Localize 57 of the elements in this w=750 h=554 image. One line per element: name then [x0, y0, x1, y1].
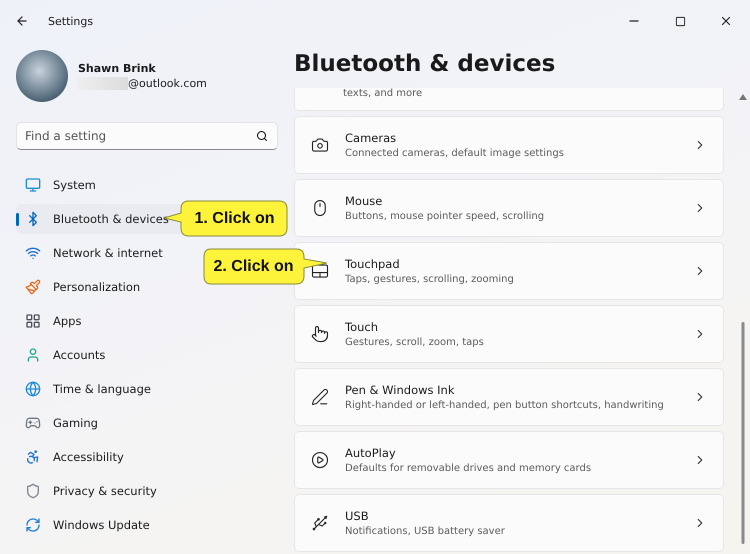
- refresh-icon: [25, 517, 41, 533]
- card-description: Gestures, scroll, zoom, taps: [345, 337, 485, 348]
- nav-item[interactable]: Gaming: [16, 408, 278, 438]
- usb-icon: [311, 514, 329, 532]
- settings-card[interactable]: Touchpad Taps, gestures, scrolling, zooming: [294, 242, 724, 300]
- settings-card[interactable]: texts, and more: [294, 88, 724, 111]
- card-description: Notifications, USB battery saver: [345, 526, 506, 537]
- touchpad-icon: [311, 262, 329, 280]
- user-email: @outlook.com: [128, 77, 207, 90]
- settings-card[interactable]: Pen & Windows Ink Right-handed or left-handed, pen button shortcuts, handwriting: [294, 368, 724, 426]
- card-title: AutoPlay: [345, 446, 397, 460]
- play-icon: [311, 451, 329, 469]
- accessibility-icon: [25, 449, 41, 465]
- nav-item[interactable]: System: [16, 170, 278, 200]
- gamepad-icon: [25, 415, 41, 431]
- apps-icon: [25, 313, 41, 329]
- card-description: Defaults for removable drives and memory cards: [345, 463, 592, 474]
- search-icon: [256, 130, 268, 142]
- card-title: Touch: [345, 320, 380, 334]
- wifi-icon: [25, 245, 41, 261]
- settings-card[interactable]: Cameras Connected cameras, default image settings: [294, 116, 724, 174]
- globe-icon: [25, 381, 41, 397]
- card-title: Pen & Windows Ink: [345, 383, 456, 397]
- card-description: Connected cameras, default image settings: [345, 148, 565, 159]
- paintbrush-icon: [25, 279, 41, 295]
- camera-icon: [311, 136, 329, 154]
- card-title: Mouse: [345, 194, 384, 208]
- hand-pointer-icon: [311, 325, 329, 343]
- nav-item[interactable]: Time & language: [16, 374, 278, 404]
- card-description: Right-handed or left-handed, pen button shortcuts, handwriting: [345, 400, 665, 411]
- card-title: USB: [345, 509, 370, 523]
- search-field[interactable]: Find a setting: [16, 122, 278, 150]
- page-title: Bluetooth & devices: [294, 50, 556, 79]
- settings-card[interactable]: AutoPlay Defaults for removable drives and memory cards: [294, 431, 724, 489]
- pen-icon: [311, 388, 329, 406]
- card-title: Touchpad: [345, 257, 401, 271]
- mouse-icon: [311, 199, 329, 217]
- nav-item[interactable]: Apps: [16, 306, 278, 336]
- shield-icon: [25, 483, 41, 499]
- settings-card[interactable]: USB Notifications, USB battery saver: [294, 494, 724, 552]
- settings-card[interactable]: Mouse Buttons, mouse pointer speed, scrolling: [294, 179, 724, 237]
- person-icon: [25, 347, 41, 363]
- avatar-placeholder: [16, 50, 68, 102]
- selection-indicator: [16, 213, 19, 226]
- nav-item[interactable]: Windows Update: [16, 510, 278, 540]
- card-description: Buttons, mouse pointer speed, scrolling: [345, 211, 546, 222]
- settings-card[interactable]: Touch Gestures, scroll, zoom, taps: [294, 305, 724, 363]
- user-name: Shawn Brink: [78, 62, 157, 75]
- nav-item[interactable]: Privacy & security: [16, 476, 278, 506]
- monitor-icon: [25, 177, 41, 193]
- card-title: Cameras: [345, 131, 398, 145]
- callout-tooltip: 2. Click on: [203, 248, 328, 285]
- redaction-block: [78, 77, 128, 90]
- nav-item[interactable]: Accessibility: [16, 442, 278, 472]
- nav-item[interactable]: Accounts: [16, 340, 278, 370]
- window-title: Settings: [48, 14, 94, 28]
- card-description: Taps, gestures, scrolling, zooming: [345, 274, 515, 285]
